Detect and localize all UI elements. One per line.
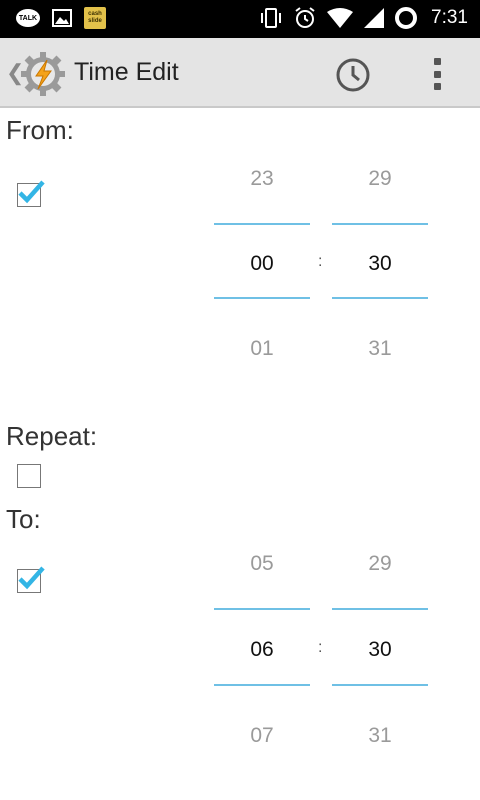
to-checkbox[interactable] [17, 566, 45, 593]
from-minute-above[interactable]: 29 [332, 167, 428, 191]
to-hour-divider-top [214, 608, 310, 610]
clock-icon[interactable] [334, 56, 372, 94]
to-time-separator: : [318, 639, 323, 656]
from-hour-divider-bottom [214, 297, 310, 299]
tasker-app-icon[interactable] [20, 51, 66, 97]
to-label: To: [6, 504, 41, 534]
from-minute-divider-bottom [332, 297, 428, 299]
from-hour-below[interactable]: 01 [214, 337, 310, 361]
wifi-icon [327, 8, 354, 28]
to-hour-below[interactable]: 07 [214, 724, 310, 748]
page-title: Time Edit [74, 58, 179, 86]
from-hour-selected[interactable]: 00 [214, 252, 310, 276]
status-bar: TALK cash slide 7:31 [0, 0, 480, 38]
to-minute-above[interactable]: 29 [332, 552, 428, 576]
action-bar: ❮ Time Edit [0, 38, 480, 108]
from-minute-below[interactable]: 31 [332, 337, 428, 361]
repeat-checkbox[interactable] [17, 464, 41, 488]
to-minute-selected[interactable]: 30 [332, 638, 428, 662]
overflow-menu-icon[interactable] [426, 56, 448, 92]
gallery-notification-icon [52, 9, 72, 27]
vibrate-icon [261, 8, 282, 28]
to-minute-divider-bottom [332, 684, 428, 686]
from-minute-divider-top [332, 223, 428, 225]
notification-icons: TALK cash slide [16, 7, 106, 29]
cashslide-notification-icon: cash slide [84, 7, 106, 29]
from-minute-selected[interactable]: 30 [332, 252, 428, 276]
to-hour-selected[interactable]: 06 [214, 638, 310, 662]
checkmark-icon [18, 180, 45, 204]
to-minute-divider-top [332, 608, 428, 610]
clock-time: 7:31 [431, 7, 468, 28]
kakaotalk-notification-icon: TALK [16, 9, 40, 27]
from-hour-divider-top [214, 223, 310, 225]
from-time-separator: : [318, 253, 323, 270]
battery-icon [395, 7, 418, 29]
alarm-icon [295, 7, 315, 28]
to-hour-divider-bottom [214, 684, 310, 686]
to-hour-above[interactable]: 05 [214, 552, 310, 576]
system-icons: 7:31 [258, 6, 468, 30]
repeat-label: Repeat: [6, 421, 98, 451]
cell-signal-icon [364, 8, 385, 28]
from-checkbox[interactable] [17, 180, 45, 207]
to-minute-below[interactable]: 31 [332, 724, 428, 748]
from-hour-above[interactable]: 23 [214, 167, 310, 191]
checkmark-icon [18, 566, 45, 590]
from-label: From: [6, 115, 74, 145]
